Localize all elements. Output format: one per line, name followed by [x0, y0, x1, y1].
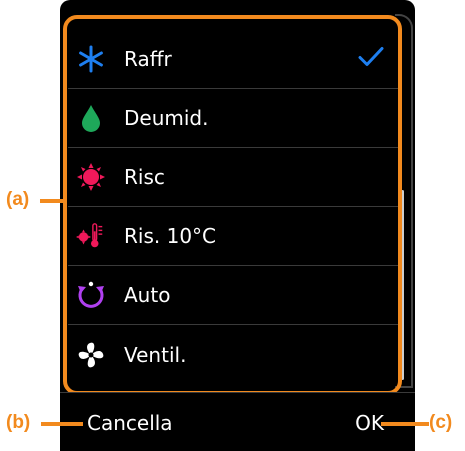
mode-item-auto[interactable]: Auto	[68, 266, 400, 325]
ok-button[interactable]: OK	[355, 411, 384, 435]
mode-label-dry: Deumid.	[124, 106, 209, 130]
water-drop-icon	[76, 103, 106, 133]
mode-label-cool: Raffr	[124, 47, 172, 71]
dialog-button-bar: Cancella OK	[60, 392, 415, 451]
fan-icon	[76, 340, 106, 370]
callout-b-line	[41, 422, 83, 426]
sun-icon	[76, 162, 106, 192]
callout-c-line	[381, 422, 429, 426]
mode-label-heat-10c: Ris. 10°C	[124, 224, 217, 248]
mode-list: Raffr Deumid. Risc Ris. 10°C Auto Ventil…	[68, 30, 400, 388]
mode-label-auto: Auto	[124, 283, 171, 307]
mode-label-fan: Ventil.	[124, 342, 187, 367]
thermometer-heat-icon	[76, 221, 106, 251]
mode-item-fan[interactable]: Ventil.	[68, 325, 400, 384]
snowflake-icon	[76, 44, 106, 74]
auto-cycle-icon	[76, 280, 106, 310]
mode-item-dry[interactable]: Deumid.	[68, 89, 400, 148]
mode-item-cool[interactable]: Raffr	[68, 30, 400, 89]
mode-item-heat-10c[interactable]: Ris. 10°C	[68, 207, 400, 266]
scrollbar[interactable]	[401, 190, 404, 380]
callout-b-label: (b)	[6, 412, 31, 433]
mode-item-heat[interactable]: Risc	[68, 148, 400, 207]
mode-label-heat: Risc	[124, 165, 165, 189]
callout-a-line	[40, 199, 64, 203]
cancel-button[interactable]: Cancella	[87, 411, 173, 435]
checkmark-icon	[358, 46, 384, 73]
callout-a-label: (a)	[6, 189, 30, 210]
callout-c-label: (c)	[429, 412, 453, 433]
